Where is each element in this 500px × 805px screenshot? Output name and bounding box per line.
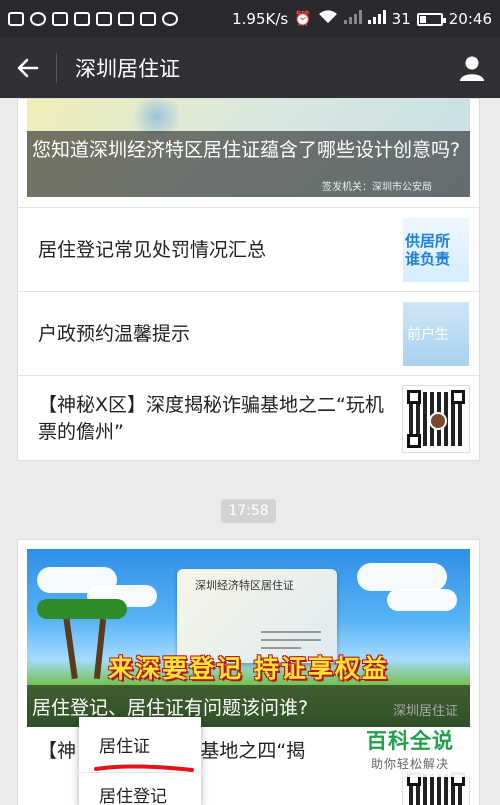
notification-icon (8, 12, 24, 26)
page-title: 深圳居住证 (75, 57, 180, 81)
id-card-title: 深圳经济特区居住证 (195, 579, 294, 592)
article-title: 居住登记常见处罚情况汇总 (38, 238, 267, 261)
network-speed: 1.95K/s (232, 10, 289, 28)
profile-button[interactable] (444, 38, 500, 98)
article-item[interactable]: 居住登记常见处罚情况汇总 供居所 谁负责 (18, 207, 479, 291)
article-group: 您知道深圳经济特区居住证蕴含了哪些设计创意吗? 签发机关：深圳市公安局 居住登记… (17, 98, 480, 461)
nav-bar: 深圳居住证 (0, 38, 500, 98)
flower-pattern (127, 99, 187, 135)
menu-item-residence-registration[interactable]: 居住登记 (79, 773, 201, 805)
divider (56, 53, 57, 83)
signal-icon (343, 10, 362, 28)
notification-icon (118, 12, 134, 26)
image-icon (52, 12, 68, 26)
cover-article[interactable]: 您知道深圳经济特区居住证蕴含了哪些设计创意吗? 签发机关：深圳市公安局 (27, 99, 470, 197)
cover-slogan: 来深要登记 持证享权益 (108, 654, 389, 683)
more-icon (162, 12, 178, 26)
battery-icon (416, 12, 446, 26)
article-item[interactable]: 【神秘X区】深度揭秘诈骗基地之二“玩机票的儋州” (18, 375, 479, 461)
watermark-brand: 百科全说 (366, 729, 454, 753)
qr-code-image (402, 385, 470, 453)
popup-menu: 居住证 居住登记 (79, 717, 201, 805)
article-title: 户政预约温馨提示 (38, 322, 191, 345)
clock: 20:46 (448, 10, 492, 28)
timestamp-chip: 17:58 (221, 499, 276, 523)
article-title: 【神秘X区】深度揭秘诈骗基地之二“玩机票的儋州” (38, 394, 384, 443)
cover-article[interactable]: 深圳经济特区居住证 来深要登记 持证享权益 居住登记、居住证有问题该问谁? 深圳… (27, 549, 470, 727)
taobao-icon (74, 12, 90, 26)
qq-icon (30, 12, 46, 26)
article-item[interactable]: 户政预约温馨提示 前户生 (18, 291, 479, 375)
user-icon (460, 56, 484, 81)
photo-icon (140, 12, 156, 26)
wechat-watermark: 深圳居住证 (392, 704, 458, 719)
back-button[interactable] (0, 38, 56, 98)
article-thumbnail: 前户生 (403, 302, 469, 366)
wifi-icon (318, 10, 338, 28)
notification-icons (8, 12, 178, 26)
notification-icon (96, 12, 112, 26)
signal-icon (367, 10, 386, 28)
alarm-icon: ⏰ (294, 11, 312, 27)
battery-level: 31 (391, 10, 411, 28)
watermark-tagline: 助你轻松解决 (370, 757, 449, 771)
status-bar: 1.95K/s ⏰ 31 20:46 (0, 0, 500, 38)
red-underline-annotation (94, 764, 194, 772)
baike-watermark: 百科全说 助你轻松解决 (350, 727, 470, 777)
article-thumbnail: 供居所 谁负责 (403, 218, 469, 282)
cover-issuer: 签发机关：深圳市公安局 (322, 182, 432, 193)
arrow-left-icon (17, 58, 39, 78)
